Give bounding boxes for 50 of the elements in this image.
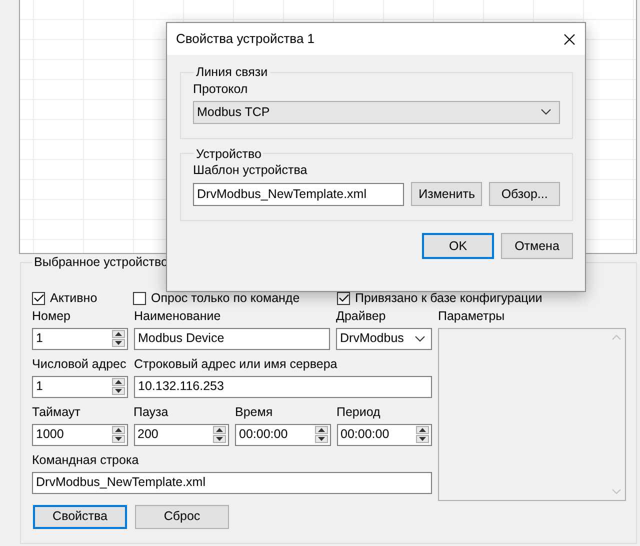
protocol-dropdown[interactable]: Modbus TCP <box>193 100 560 124</box>
spinner-arrows-icon[interactable] <box>112 330 125 347</box>
checkbox[interactable] <box>32 292 45 304</box>
field-label: Период <box>336 404 382 420</box>
checkbox-label: Опрос только по команде <box>151 290 300 306</box>
chevron-down-icon[interactable] <box>415 336 425 342</box>
chevron-down-icon[interactable] <box>541 109 551 115</box>
number-field[interactable]: 00:00:00 <box>235 424 330 446</box>
number-field[interactable]: 1 <box>32 376 128 398</box>
field-label: Строковый адрес или имя сервера <box>134 356 338 372</box>
field-label: Протокол <box>193 82 248 96</box>
group-title: Устройство <box>195 148 262 160</box>
group-title: Выбранное устройство <box>33 256 169 268</box>
field-label: Таймаут <box>32 404 82 420</box>
dialog-title: Свойства устройства 1 <box>176 31 315 47</box>
field-label: Время <box>235 404 274 420</box>
checkbox-label: Привязано к базе конфигурации <box>355 290 542 306</box>
checkbox[interactable] <box>337 292 350 304</box>
text-field[interactable]: DrvModbus_NewTemplate.xml <box>32 472 432 494</box>
spinner-arrows-icon[interactable] <box>112 378 125 395</box>
button[interactable]: OK <box>422 233 494 259</box>
field-label: Шаблон устройства <box>193 163 308 177</box>
spinner-arrows-icon[interactable] <box>213 426 226 443</box>
field-label: Наименование <box>134 308 222 324</box>
group-title: Линия связи <box>195 66 269 78</box>
button[interactable]: Отмена <box>501 233 573 259</box>
spinner-arrows-icon[interactable] <box>416 426 429 443</box>
field-label: Числовой адрес <box>32 356 128 372</box>
text-field[interactable]: Modbus Device <box>134 328 330 350</box>
field-label: Драйвер <box>336 308 387 324</box>
button[interactable]: Сброс <box>135 504 229 528</box>
spinner-arrows-icon[interactable] <box>112 426 124 443</box>
template-field[interactable]: DrvModbus_NewTemplate.xml <box>193 182 404 206</box>
checkbox[interactable] <box>133 292 146 304</box>
field-label: Пауза <box>134 404 170 420</box>
number-field[interactable]: 00:00:00 <box>336 424 432 446</box>
field-label: Параметры <box>438 308 505 324</box>
button[interactable]: Свойства <box>33 504 127 528</box>
number-field[interactable]: 1 <box>32 328 128 350</box>
driver-dropdown[interactable]: DrvModbus <box>336 328 432 350</box>
close-icon[interactable] <box>564 34 575 44</box>
checkbox-label: Активно <box>50 290 98 306</box>
number-field[interactable]: 200 <box>134 424 229 446</box>
button[interactable]: Изменить <box>411 182 482 206</box>
text-field[interactable]: 10.132.116.253 <box>134 376 432 398</box>
button[interactable]: Обзор... <box>489 182 560 206</box>
number-field[interactable]: 1000 <box>32 424 128 446</box>
spinner-arrows-icon[interactable] <box>314 426 328 443</box>
field-label: Номер <box>32 308 72 324</box>
field-label: Командная строка <box>32 452 140 468</box>
